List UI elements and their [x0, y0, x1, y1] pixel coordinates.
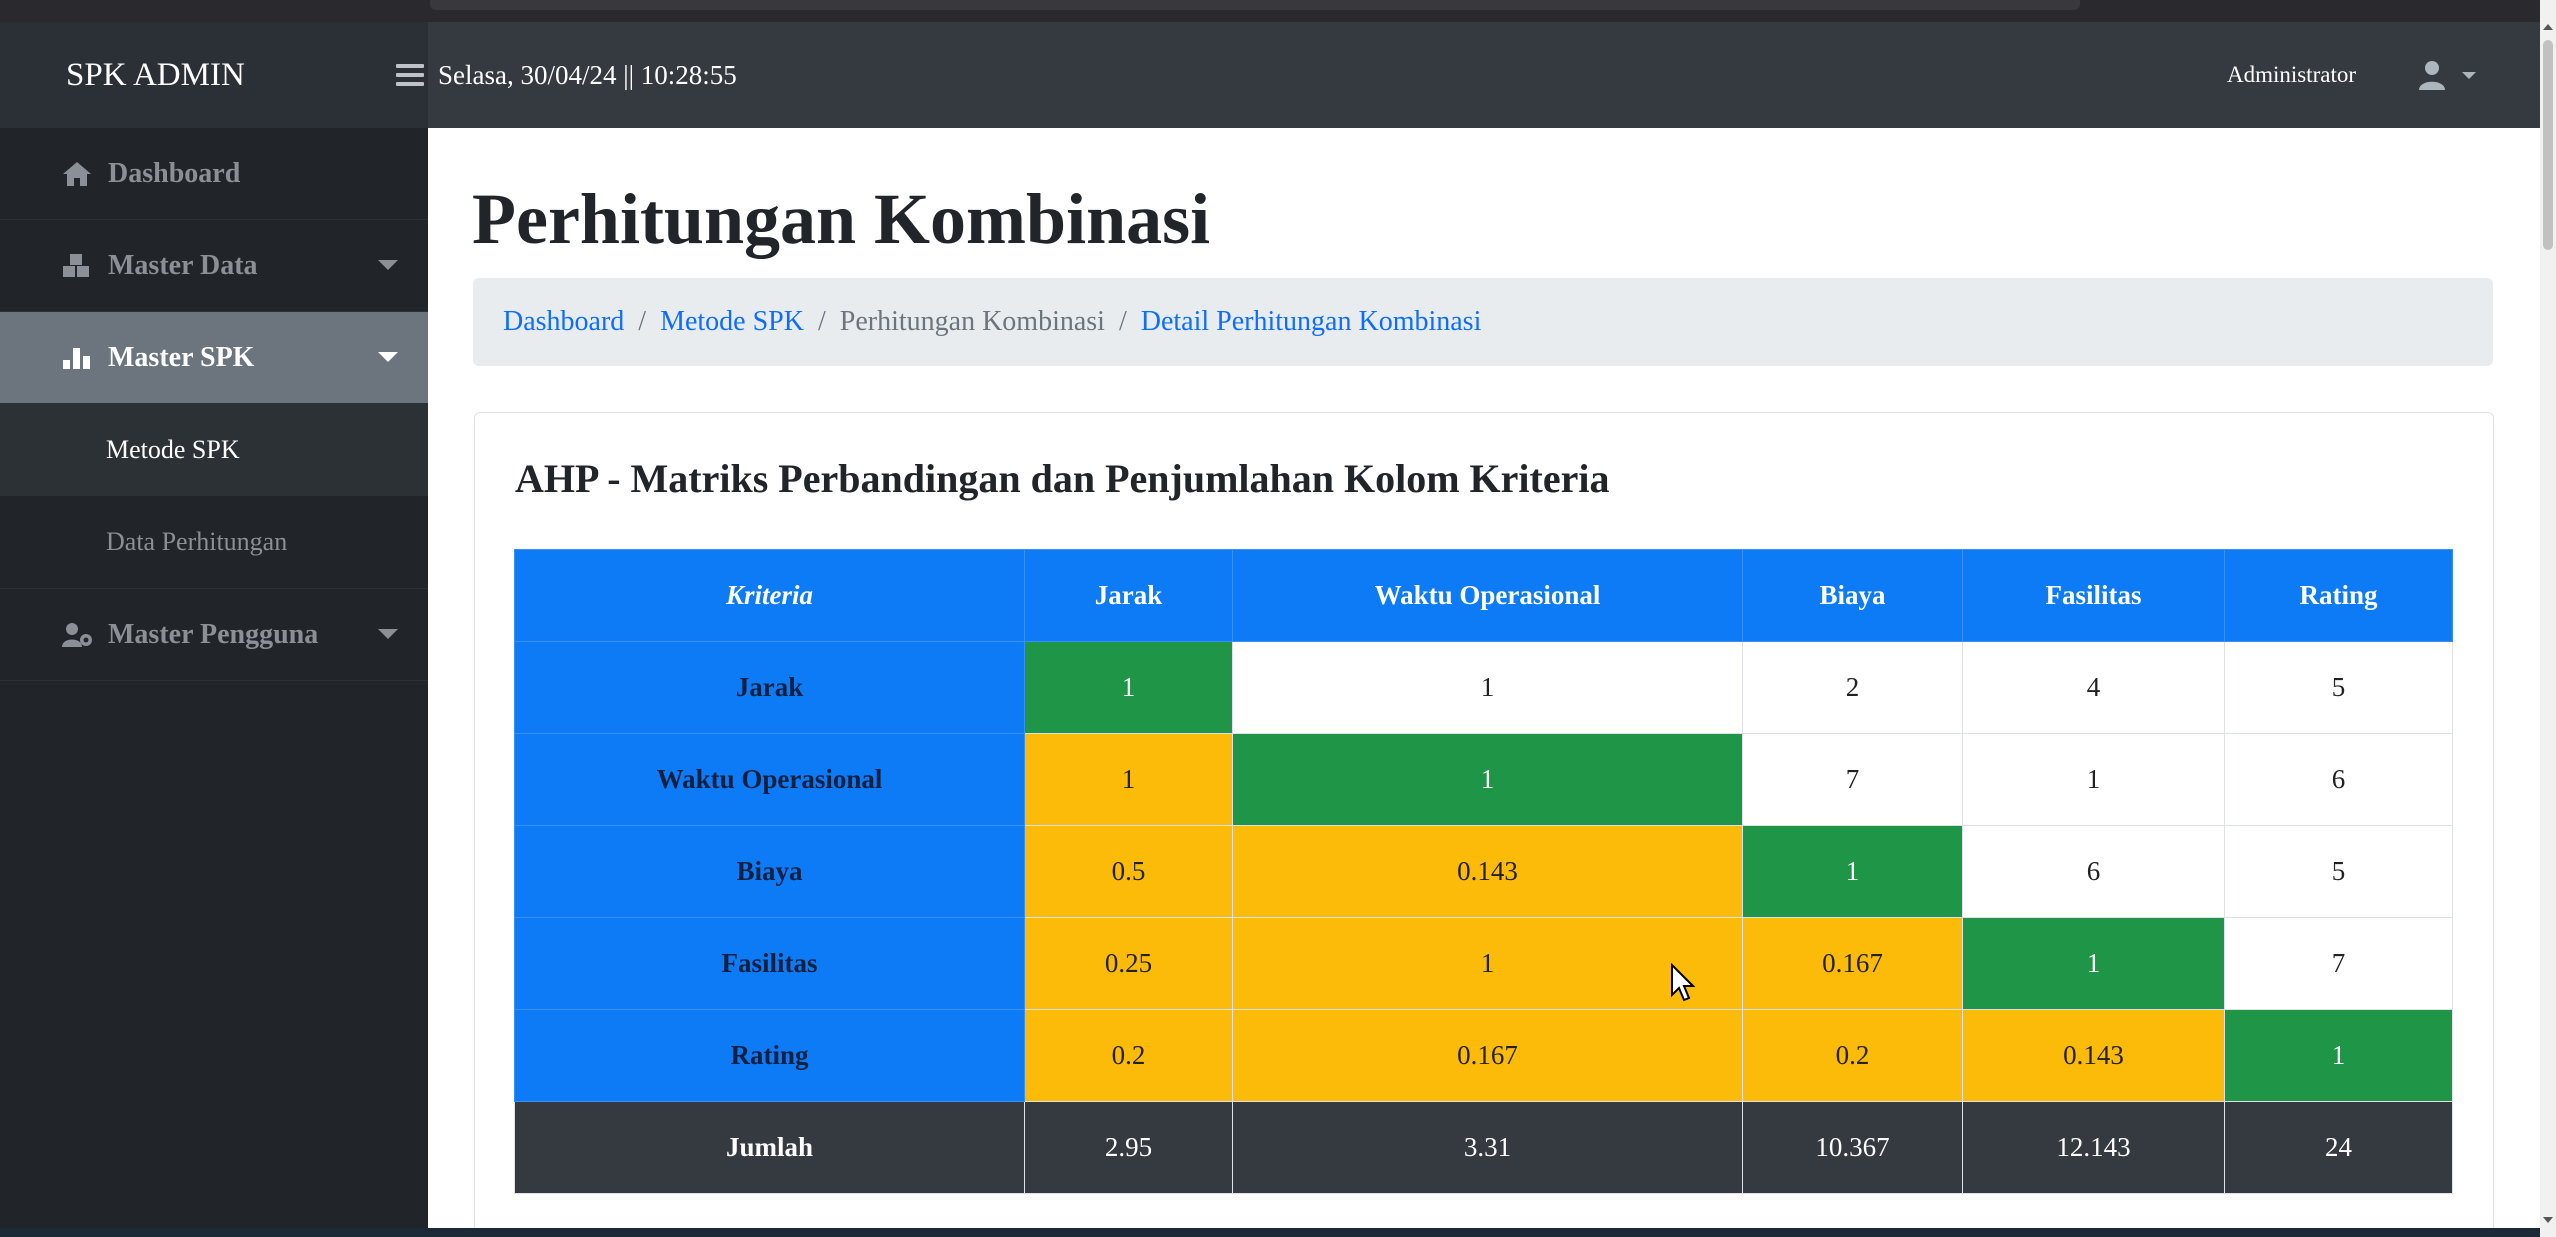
cubes-icon: [62, 253, 96, 279]
breadcrumb-detail-perhitungan[interactable]: Detail Perhitungan Kombinasi: [1141, 306, 1482, 338]
matrix-cell: 7: [2224, 917, 2453, 1010]
matrix-cell: 0.2: [1742, 1009, 1963, 1102]
matrix-cell: 1: [2224, 1009, 2453, 1102]
bottom-strip: [0, 1228, 2540, 1237]
caret-down-icon: [378, 629, 398, 639]
column-header: Jarak: [1024, 549, 1233, 642]
main-content: Perhitungan Kombinasi Dashboard / Metode…: [428, 128, 2540, 1237]
matrix-cell: 1: [1024, 733, 1233, 826]
breadcrumb-perhitungan-kombinasi: Perhitungan Kombinasi: [839, 306, 1105, 337]
chevron-down-icon: [2462, 71, 2476, 79]
app-window: SPK ADMIN Selasa, 30/04/24 || 10:28:55 A…: [0, 0, 2556, 1237]
total-cell: 12.143: [1962, 1101, 2225, 1194]
sidebar-item-master-pengguna[interactable]: Master Pengguna: [0, 589, 428, 681]
sidebar-item-label: Master Pengguna: [108, 618, 319, 650]
page-title: Perhitungan Kombinasi: [472, 179, 1211, 259]
matrix-cell: 0.143: [1232, 825, 1743, 918]
caret-down-icon: [378, 260, 398, 270]
sidebar-item-master-data[interactable]: Master Data: [0, 220, 428, 312]
matrix-cell: 6: [1962, 825, 2225, 918]
sidebar-subitem-metode-spk[interactable]: Metode SPK: [0, 404, 428, 496]
matrix-cell: 0.2: [1024, 1009, 1233, 1102]
total-cell: 2.95: [1024, 1101, 1233, 1194]
column-header: Biaya: [1742, 549, 1963, 642]
table-row: Jarak 1 1 2 4 5: [514, 641, 2453, 734]
matrix-cell: 1: [1024, 641, 1233, 734]
sidebar-item-label: Dashboard: [108, 157, 241, 189]
row-header: Jarak: [514, 641, 1025, 734]
matrix-cell: 0.25: [1024, 917, 1233, 1010]
top-strip: [0, 0, 2540, 22]
scroll-down-icon[interactable]: [2543, 1217, 2553, 1223]
user-dropdown[interactable]: [2418, 60, 2476, 90]
breadcrumb-separator: /: [817, 306, 826, 337]
top-navbar: SPK ADMIN Selasa, 30/04/24 || 10:28:55 A…: [0, 22, 2540, 128]
breadcrumb-dashboard[interactable]: Dashboard: [503, 306, 624, 338]
sidebar-item-label: Master SPK: [108, 341, 255, 373]
table-row: Rating 0.2 0.167 0.2 0.143 1: [514, 1009, 2453, 1102]
matrix-cell: 1: [1232, 641, 1743, 734]
table-row: Biaya 0.5 0.143 1 6 5: [514, 825, 2453, 918]
matrix-cell: 0.167: [1232, 1009, 1743, 1102]
matrix-cell: 1: [1232, 917, 1743, 1010]
chart-icon: [62, 346, 96, 370]
comparison-matrix-table: Kriteria Jarak Waktu Operasional Biaya F…: [514, 549, 2453, 1194]
table-row: Fasilitas 0.25 1 0.167 1 7: [514, 917, 2453, 1010]
row-header: Rating: [514, 1009, 1025, 1102]
matrix-cell: 5: [2224, 641, 2453, 734]
total-cell: 3.31: [1232, 1101, 1743, 1194]
matrix-cell: 0.167: [1742, 917, 1963, 1010]
row-header: Biaya: [514, 825, 1025, 918]
total-cell: 10.367: [1742, 1101, 1963, 1194]
scrollbar-thumb[interactable]: [2543, 40, 2553, 250]
sidebar-item-dashboard[interactable]: Dashboard: [0, 128, 428, 220]
user-icon: [2419, 61, 2445, 90]
mouse-cursor-icon: [1671, 963, 1696, 1002]
matrix-cell: 5: [2224, 825, 2453, 918]
datetime-display: Selasa, 30/04/24 || 10:28:55: [438, 59, 737, 90]
caret-down-icon: [378, 352, 398, 362]
total-cell: 24: [2224, 1101, 2453, 1194]
table-header-row: Kriteria Jarak Waktu Operasional Biaya F…: [514, 549, 2453, 642]
breadcrumb: Dashboard / Metode SPK / Perhitungan Kom…: [473, 278, 2493, 366]
breadcrumb-metode-spk[interactable]: Metode SPK: [660, 306, 804, 338]
table-total-row: Jumlah 2.95 3.31 10.367 12.143 24: [514, 1101, 2453, 1194]
matrix-cell: 0.143: [1962, 1009, 2225, 1102]
scroll-up-icon[interactable]: [2543, 24, 2553, 30]
row-header: Fasilitas: [514, 917, 1025, 1010]
column-header: Rating: [2224, 549, 2453, 642]
column-header: Fasilitas: [1962, 549, 2225, 642]
sidebar-item-label: Master Data: [108, 249, 258, 281]
column-header-kriteria: Kriteria: [514, 549, 1025, 642]
ahp-matrix-card: AHP - Matriks Perbandingan dan Penjumlah…: [474, 412, 2494, 1237]
breadcrumb-separator: /: [1118, 306, 1127, 337]
matrix-cell: 4: [1962, 641, 2225, 734]
sidebar-item-master-spk[interactable]: Master SPK: [0, 312, 428, 404]
brand-logo[interactable]: SPK ADMIN: [0, 22, 428, 128]
row-header: Waktu Operasional: [514, 733, 1025, 826]
matrix-cell: 2: [1742, 641, 1963, 734]
sidebar-subitem-data-perhitungan[interactable]: Data Perhitungan: [0, 496, 428, 588]
sidebar: Dashboard Master Data Master SPK Metode …: [0, 128, 428, 1237]
table-row: Waktu Operasional 1 1 7 1 6: [514, 733, 2453, 826]
matrix-cell: 6: [2224, 733, 2453, 826]
card-title: AHP - Matriks Perbandingan dan Penjumlah…: [515, 456, 1610, 501]
page-scrollbar[interactable]: [2540, 0, 2556, 1237]
matrix-cell: 1: [1742, 825, 1963, 918]
users-cog-icon: [62, 622, 96, 648]
matrix-cell: 1: [1962, 917, 2225, 1010]
matrix-cell: 7: [1742, 733, 1963, 826]
menu-toggle-icon[interactable]: [396, 64, 424, 86]
column-header: Waktu Operasional: [1232, 549, 1743, 642]
sidebar-submenu: Metode SPK Data Perhitungan: [0, 404, 428, 589]
matrix-cell: 0.5: [1024, 825, 1233, 918]
matrix-cell: 1: [1962, 733, 2225, 826]
total-label: Jumlah: [514, 1101, 1025, 1194]
breadcrumb-separator: /: [638, 306, 647, 337]
matrix-cell: 1: [1232, 733, 1743, 826]
user-name: Administrator: [2226, 62, 2356, 87]
home-icon: [62, 161, 96, 187]
